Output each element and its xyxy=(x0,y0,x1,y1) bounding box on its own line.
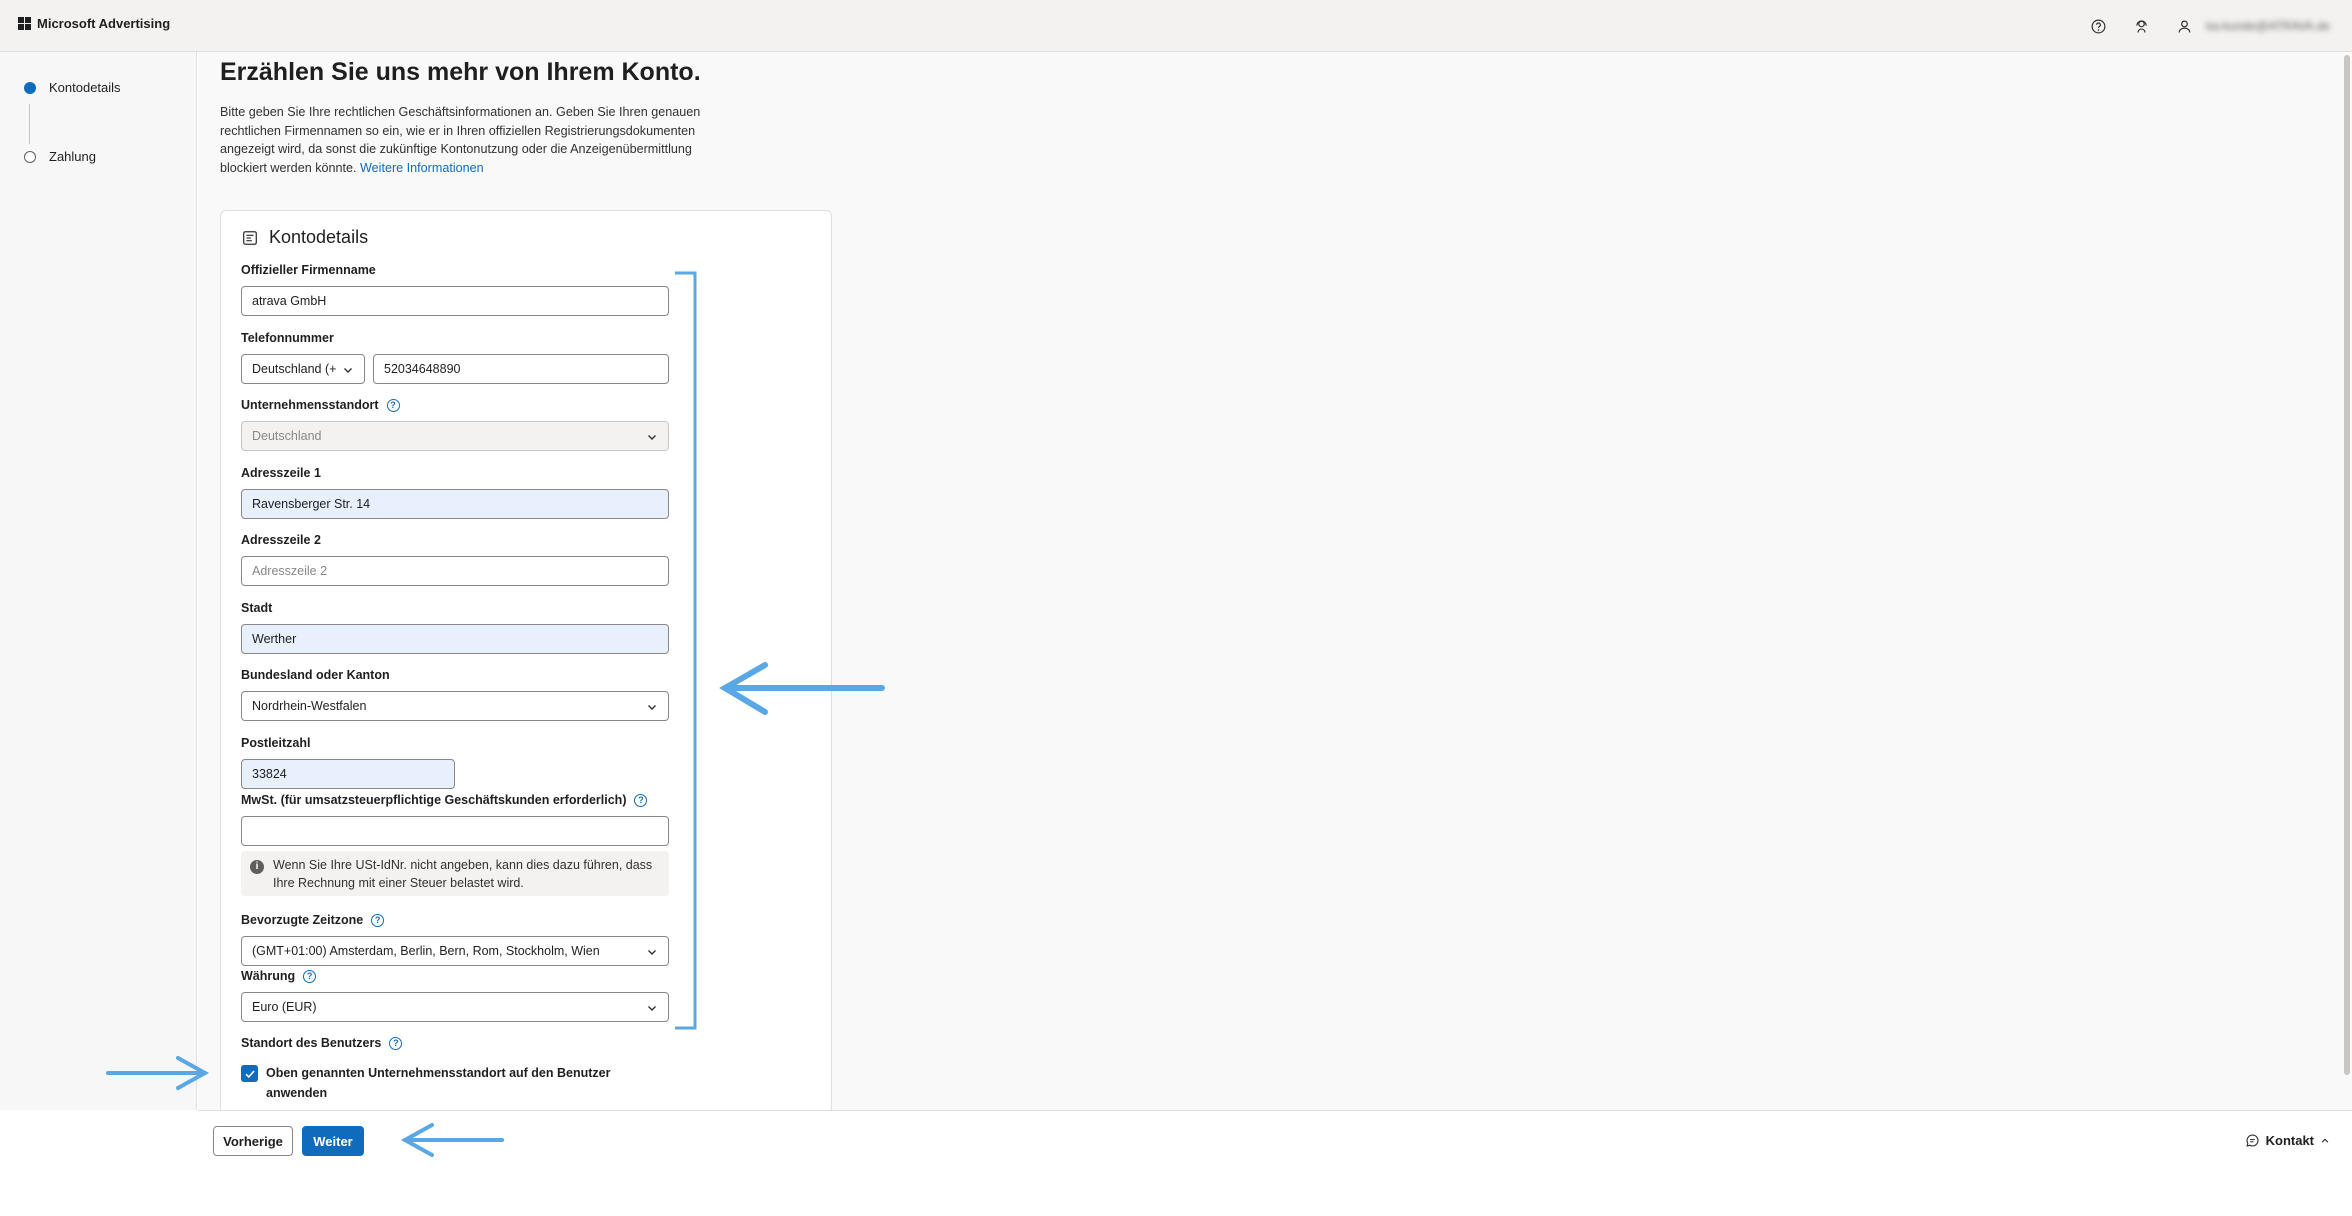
vat-notice: i Wenn Sie Ihre USt-IdNr. nicht angeben,… xyxy=(241,851,669,896)
info-icon[interactable]: ? xyxy=(634,793,648,807)
business-location-label: Unternehmensstandort? xyxy=(241,398,400,412)
vat-input[interactable] xyxy=(241,816,669,846)
city-label: Stadt xyxy=(241,601,273,615)
main-content: Erzählen Sie uns mehr von Ihrem Konto. B… xyxy=(198,52,2352,1110)
page-title: Erzählen Sie uns mehr von Ihrem Konto. xyxy=(220,58,701,86)
footer-bar: Vorherige Weiter Kontakt xyxy=(198,1110,2352,1165)
intro-text: Bitte geben Sie Ihre rechtlichen Geschäf… xyxy=(220,105,701,175)
next-button[interactable]: Weiter xyxy=(302,1126,364,1156)
state-label: Bundesland oder Kanton xyxy=(241,668,390,682)
phone-country-select[interactable]: Deutschland (+ xyxy=(241,354,365,384)
progress-sidebar: Kontodetails Zahlung xyxy=(0,52,197,1110)
address1-input[interactable]: Ravensberger Str. 14 xyxy=(241,489,669,519)
step-inactive-dot-icon xyxy=(24,150,36,163)
account-details-card: Kontodetails Offizieller Firmenname atra… xyxy=(220,210,832,1110)
city-input[interactable]: Werther xyxy=(241,624,669,654)
step-active-dot-icon xyxy=(24,81,36,94)
step-connector xyxy=(29,104,30,144)
timezone-label: Bevorzugte Zeitzone? xyxy=(241,913,385,927)
info-filled-icon: i xyxy=(250,860,264,874)
page-scrollbar[interactable] xyxy=(2344,55,2350,1075)
top-bar: Microsoft Advertising ka-kunde@ATRAVA.de xyxy=(0,0,2352,52)
support-agent-icon[interactable] xyxy=(2131,16,2151,36)
postal-label: Postleitzahl xyxy=(241,736,311,750)
state-select[interactable]: Nordrhein-Westfalen xyxy=(241,691,669,721)
user-location-checkbox-row[interactable]: Oben genannten Unternehmensstandort auf … xyxy=(241,1063,641,1103)
chevron-down-icon xyxy=(648,1006,656,1011)
vat-label: MwSt. (für umsatzsteuerpflichtige Geschä… xyxy=(241,793,648,807)
phone-number-input[interactable]: 52034648890 xyxy=(373,354,669,384)
checkbox-label: Oben genannten Unternehmensstandort auf … xyxy=(266,1066,611,1100)
chevron-down-icon xyxy=(648,950,656,955)
page-bottom xyxy=(0,1165,2352,1216)
address2-input[interactable]: Adresszeile 2 xyxy=(241,556,669,586)
user-location-label: Standort des Benutzers? xyxy=(241,1036,403,1050)
postal-input[interactable]: 33824 xyxy=(241,759,455,789)
microsoft-logo-icon xyxy=(18,17,31,30)
document-icon xyxy=(243,230,257,245)
chevron-up-icon xyxy=(2321,1138,2329,1143)
chat-icon xyxy=(2246,1134,2259,1147)
step-label: Zahlung xyxy=(49,149,96,164)
company-name-label: Offizieller Firmenname xyxy=(241,263,376,277)
step-kontodetails[interactable]: Kontodetails xyxy=(24,80,121,95)
step-zahlung[interactable]: Zahlung xyxy=(24,149,96,164)
chevron-down-icon xyxy=(344,368,352,373)
checkmark-icon xyxy=(244,1069,255,1078)
company-name-input[interactable]: atrava GmbH xyxy=(241,286,669,316)
user-icon[interactable] xyxy=(2174,16,2194,36)
contact-button[interactable]: Kontakt xyxy=(2245,1133,2330,1148)
info-icon[interactable]: ? xyxy=(389,1036,403,1050)
previous-button[interactable]: Vorherige xyxy=(213,1126,293,1156)
currency-label: Währung? xyxy=(241,969,317,983)
info-icon[interactable]: ? xyxy=(386,398,400,412)
chevron-down-icon xyxy=(648,705,656,710)
info-icon[interactable]: ? xyxy=(303,969,317,983)
timezone-select[interactable]: (GMT+01:00) Amsterdam, Berlin, Bern, Rom… xyxy=(241,936,669,966)
address2-label: Adresszeile 2 xyxy=(241,533,321,547)
more-info-link[interactable]: Weitere Informationen xyxy=(360,161,484,175)
phone-label: Telefonnummer xyxy=(241,331,334,345)
chevron-down-icon xyxy=(648,435,656,440)
currency-select[interactable]: Euro (EUR) xyxy=(241,992,669,1022)
help-icon[interactable] xyxy=(2088,16,2108,36)
brand-name: Microsoft Advertising xyxy=(37,16,171,31)
card-title: Kontodetails xyxy=(241,227,368,248)
brand-logo[interactable]: Microsoft Advertising xyxy=(18,16,170,31)
business-location-select[interactable]: Deutschland xyxy=(241,421,669,451)
user-location-checkbox[interactable] xyxy=(241,1065,258,1082)
address1-label: Adresszeile 1 xyxy=(241,466,321,480)
user-email[interactable]: ka-kunde@ATRAVA.de xyxy=(2206,19,2330,33)
step-label: Kontodetails xyxy=(49,80,121,95)
info-icon[interactable]: ? xyxy=(371,913,385,927)
